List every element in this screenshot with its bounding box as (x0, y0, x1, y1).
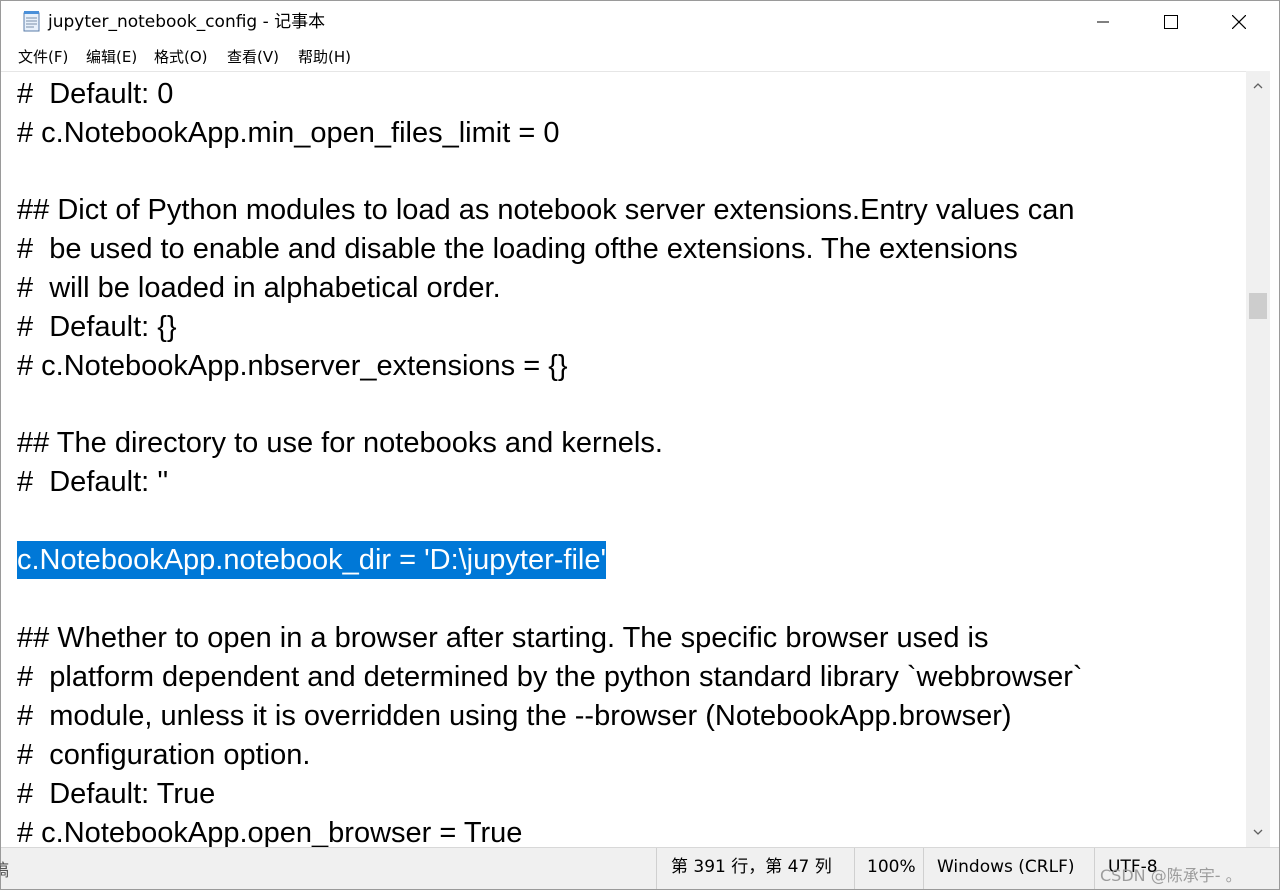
status-divider (854, 848, 855, 889)
editor-line[interactable]: ## Whether to open in a browser after st… (17, 619, 988, 657)
minimize-icon (1097, 21, 1109, 23)
selected-line[interactable]: c.NotebookApp.notebook_dir = 'D:\jupyter… (17, 541, 606, 579)
editor-line[interactable]: ## The directory to use for notebooks an… (17, 424, 663, 462)
editor-line[interactable]: # be used to enable and disable the load… (17, 230, 1018, 268)
close-icon (1232, 15, 1246, 29)
maximize-icon (1164, 15, 1178, 29)
editor-line[interactable]: # c.NotebookApp.min_open_files_limit = 0 (17, 114, 559, 152)
vertical-scrollbar[interactable] (1246, 71, 1270, 847)
watermark: CSDN @陈承宇- 。 (1100, 866, 1242, 885)
editor-line[interactable]: # will be loaded in alphabetical order. (17, 269, 501, 307)
close-button[interactable] (1205, 1, 1273, 43)
status-divider (1094, 848, 1095, 889)
editor-line[interactable]: # module, unless it is overridden using … (17, 697, 1012, 735)
editor-line[interactable]: # c.NotebookApp.open_browser = True (17, 814, 522, 848)
chevron-down-icon (1253, 829, 1263, 835)
editor-line[interactable]: # platform dependent and determined by t… (17, 658, 1083, 696)
minimize-button[interactable] (1069, 1, 1137, 43)
scroll-down-button[interactable] (1246, 817, 1270, 847)
title-bar[interactable]: jupyter_notebook_config - 记事本 (1, 1, 1279, 43)
menu-help[interactable]: 帮助(H) (298, 46, 351, 68)
menu-edit[interactable]: 编辑(E) (86, 46, 137, 68)
menu-format[interactable]: 格式(O) (154, 46, 208, 68)
editor-line[interactable]: # Default: {} (17, 308, 177, 346)
status-divider (923, 848, 924, 889)
editor-line[interactable]: # Default: True (17, 775, 215, 813)
maximize-button[interactable] (1137, 1, 1205, 43)
notepad-icon (22, 10, 42, 32)
chevron-up-icon (1253, 83, 1263, 89)
editor-line[interactable]: # c.NotebookApp.nbserver_extensions = {} (17, 347, 568, 385)
editor-line[interactable]: # Default: 0 (17, 75, 173, 113)
status-bar: 第 391 行，第 47 列 100% Windows (CRLF) UTF-8 (1, 847, 1279, 889)
editor-line[interactable]: # Default: '' (17, 463, 168, 501)
menu-bar: 文件(F) 编辑(E) 格式(O) 查看(V) 帮助(H) (1, 43, 1279, 71)
background-text: 稿 (0, 861, 9, 881)
scroll-thumb[interactable] (1249, 293, 1267, 319)
notepad-window: jupyter_notebook_config - 记事本 文件(F) 编辑(E… (0, 0, 1280, 890)
editor-line[interactable]: # configuration option. (17, 736, 310, 774)
text-editor[interactable]: # Default: 0 # c.NotebookApp.min_open_fi… (1, 71, 1246, 848)
editor-line[interactable]: ## Dict of Python modules to load as not… (17, 191, 1074, 229)
window-title: jupyter_notebook_config - 记事本 (48, 12, 326, 32)
menu-file[interactable]: 文件(F) (18, 46, 68, 68)
menu-view[interactable]: 查看(V) (227, 46, 279, 68)
zoom-level: 100% (867, 857, 916, 877)
cursor-position: 第 391 行，第 47 列 (671, 857, 832, 877)
status-divider (656, 848, 657, 889)
line-ending: Windows (CRLF) (937, 857, 1075, 877)
scroll-up-button[interactable] (1246, 71, 1270, 101)
